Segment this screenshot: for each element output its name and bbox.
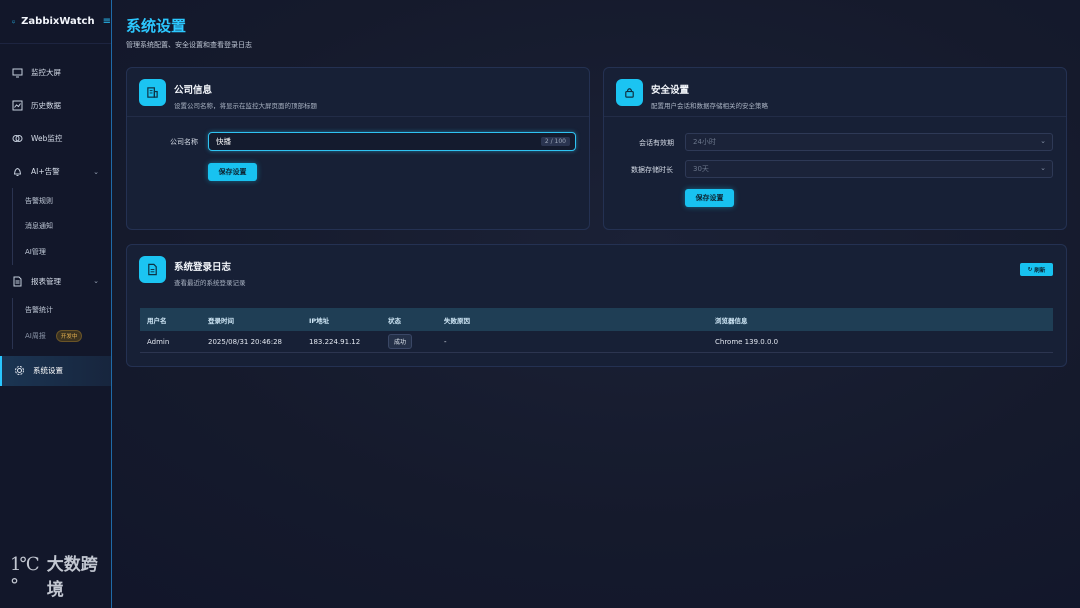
- cell-browser: Chrome 139.0.0.0: [715, 337, 779, 346]
- column-header: 状态: [388, 316, 401, 325]
- company-name-label: 公司名称: [170, 138, 198, 146]
- report-icon: [12, 276, 23, 287]
- sidebar-item-label: 历史数据: [31, 101, 61, 110]
- table-row: Admin 2025/08/31 20:46:28 183.224.91.12 …: [140, 331, 1053, 353]
- document-icon: [139, 256, 166, 283]
- company-name-value: 快播: [216, 137, 231, 146]
- sidebar-nav: 监控大屏 历史数据 Web监控 AI+告警 ⌄ 告警规则 消息通知 AI管理 报…: [0, 44, 111, 386]
- sidebar-item-label: 告警统计: [25, 306, 53, 315]
- monitor-icon: [12, 67, 23, 78]
- bell-icon: [12, 166, 23, 177]
- brand: ZabbixWatch ≡: [0, 0, 111, 44]
- status-badge: 成功: [388, 334, 413, 349]
- char-counter: 2 / 100: [540, 137, 570, 146]
- session-value: 24小时: [693, 138, 716, 146]
- save-security-button[interactable]: 保存设置: [685, 189, 734, 207]
- watermark-logo: 1℃°: [10, 554, 40, 596]
- sidebar-item-history[interactable]: 历史数据: [0, 89, 111, 122]
- card-header: 系统登录日志 查看最近的系统登录记录: [127, 245, 1066, 294]
- card-title: 系统登录日志: [174, 262, 232, 273]
- column-header: 失败原因: [444, 316, 470, 325]
- gear-icon: [14, 365, 25, 376]
- sidebar-item-ai-weekly[interactable]: AI周报 开发中: [12, 323, 111, 349]
- login-log-card: 系统登录日志 查看最近的系统登录记录 ↻ 刷新 用户名 登录时间 IP地址 状态…: [126, 244, 1067, 367]
- chart-icon: [12, 100, 23, 111]
- sidebar-item-label: AI管理: [25, 247, 46, 256]
- column-header: 用户名: [147, 316, 167, 325]
- company-info-card: 公司信息 设置公司名称，将显示在监控大屏页面的顶部标题 公司名称 快播 2 / …: [126, 67, 590, 230]
- watermark: 1℃° 大数跨境: [10, 550, 111, 600]
- sidebar-item-alarm-stats[interactable]: 告警统计: [12, 298, 111, 324]
- lock-icon: [616, 79, 643, 106]
- cell-user: Admin: [147, 337, 170, 346]
- sidebar-item-label: 监控大屏: [31, 68, 61, 77]
- chevron-down-icon: ⌄: [1040, 137, 1046, 145]
- security-settings-card: 安全设置 配置用户会话和数据存储相关的安全策略 会话有效期 24小时 ⌄ 数据存…: [603, 67, 1067, 230]
- watermark-text: 大数跨境: [46, 555, 98, 600]
- building-icon: [139, 79, 166, 106]
- column-header: 登录时间: [208, 316, 234, 325]
- sidebar-item-ai-alarm[interactable]: AI+告警 ⌄: [0, 155, 111, 188]
- report-submenu: 告警统计 AI周报 开发中: [12, 297, 111, 349]
- save-company-button[interactable]: 保存设置: [208, 163, 257, 181]
- card-header: 公司信息 设置公司名称，将显示在监控大屏页面的顶部标题: [127, 68, 589, 117]
- table-header: 用户名 登录时间 IP地址 状态 失败原因 浏览器信息: [140, 308, 1053, 331]
- sidebar-item-alarm-rules[interactable]: 告警规则: [12, 188, 111, 214]
- company-name-input[interactable]: 快播 2 / 100: [208, 132, 576, 151]
- cell-reason: -: [444, 337, 447, 346]
- chevron-down-icon: ⌄: [93, 277, 99, 285]
- sidebar-item-dashboard[interactable]: 监控大屏: [0, 56, 111, 89]
- cell-time: 2025/08/31 20:46:28: [208, 337, 283, 346]
- card-description: 设置公司名称，将显示在监控大屏页面的顶部标题: [174, 102, 317, 110]
- chevron-down-icon: ⌄: [1040, 164, 1046, 172]
- sidebar-item-ai-manage[interactable]: AI管理: [12, 239, 111, 265]
- storage-select[interactable]: 30天 ⌄: [685, 160, 1053, 178]
- cell-status: 成功: [388, 334, 444, 349]
- refresh-label: 刷新: [1034, 267, 1046, 274]
- refresh-icon: ↻: [1027, 266, 1033, 273]
- card-header: 安全设置 配置用户会话和数据存储相关的安全策略: [604, 68, 1066, 117]
- chevron-down-icon: ⌄: [93, 167, 99, 176]
- menu-icon[interactable]: ≡: [103, 16, 111, 27]
- sidebar-item-label: AI+告警: [31, 167, 60, 176]
- sidebar: ZabbixWatch ≡ 监控大屏 历史数据 Web监控 AI+告警 ⌄ 告警…: [0, 0, 112, 608]
- sidebar-item-label: 告警规则: [25, 196, 53, 205]
- storage-label: 数据存储时长: [631, 166, 673, 174]
- sidebar-item-label: AI周报: [25, 331, 46, 340]
- session-label: 会话有效期: [639, 139, 674, 147]
- sidebar-item-notifications[interactable]: 消息通知: [12, 214, 111, 240]
- web-icon: [12, 133, 23, 144]
- column-header: IP地址: [309, 316, 330, 325]
- brand-name: ZabbixWatch: [21, 16, 95, 27]
- column-header: 浏览器信息: [715, 316, 748, 325]
- page-title: 系统设置: [126, 17, 187, 35]
- sidebar-item-label: 报表管理: [31, 276, 61, 286]
- sidebar-item-settings[interactable]: 系统设置: [0, 355, 111, 386]
- card-title: 安全设置: [651, 85, 690, 96]
- refresh-button[interactable]: ↻ 刷新: [1020, 263, 1053, 276]
- sidebar-item-label: 系统设置: [33, 366, 63, 375]
- card-description: 查看最近的系统登录记录: [174, 279, 246, 287]
- session-select[interactable]: 24小时 ⌄: [685, 133, 1053, 151]
- monitor-logo-icon: [12, 20, 16, 23]
- page-subtitle: 管理系统配置、安全设置和查看登录日志: [126, 41, 252, 49]
- storage-value: 30天: [693, 165, 709, 173]
- sidebar-item-web-monitor[interactable]: Web监控: [0, 122, 111, 155]
- login-log-table: 用户名 登录时间 IP地址 状态 失败原因 浏览器信息 Admin 2025/0…: [140, 308, 1053, 353]
- sidebar-item-label: Web监控: [31, 134, 63, 143]
- card-title: 公司信息: [174, 85, 213, 96]
- card-description: 配置用户会话和数据存储相关的安全策略: [651, 102, 768, 110]
- cell-ip: 183.224.91.12: [309, 337, 361, 346]
- alarm-submenu: 告警规则 消息通知 AI管理: [12, 188, 111, 265]
- sidebar-item-label: 消息通知: [25, 222, 53, 231]
- sidebar-item-reports[interactable]: 报表管理 ⌄: [0, 265, 111, 298]
- dev-badge: 开发中: [55, 329, 83, 342]
